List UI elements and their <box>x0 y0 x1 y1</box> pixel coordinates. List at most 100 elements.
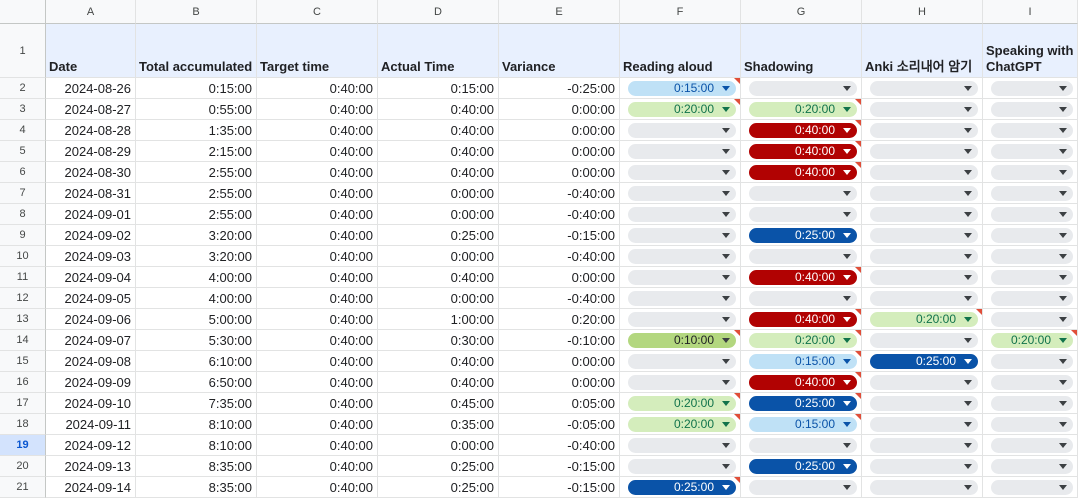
variance-cell[interactable]: -0:40:00 <box>499 288 620 309</box>
target-time-cell[interactable]: 0:40:00 <box>257 99 378 120</box>
total-accumulated-cell[interactable]: 7:35:00 <box>136 393 257 414</box>
header-cell-variance[interactable]: Variance <box>499 24 620 78</box>
variance-cell[interactable]: -0:40:00 <box>499 204 620 225</box>
dropdown-arrow-icon[interactable] <box>964 421 972 427</box>
target-time-cell[interactable]: 0:40:00 <box>257 435 378 456</box>
variance-cell[interactable]: -0:25:00 <box>499 78 620 99</box>
dropdown-arrow-icon[interactable] <box>964 253 972 259</box>
date-cell[interactable]: 2024-09-06 <box>46 309 136 330</box>
row-header[interactable]: 6 <box>0 162 46 183</box>
anki-cell[interactable] <box>862 141 983 162</box>
column-header-e[interactable]: E <box>499 0 620 24</box>
speaking-chatgpt-cell[interactable] <box>983 120 1078 141</box>
shadowing-cell[interactable]: 0:40:00 <box>741 267 862 288</box>
total-accumulated-cell[interactable]: 8:10:00 <box>136 435 257 456</box>
reading-aloud-dropdown-chip[interactable] <box>628 437 736 453</box>
reading-aloud-cell[interactable] <box>620 246 741 267</box>
dropdown-arrow-icon[interactable] <box>843 316 851 322</box>
dropdown-arrow-icon[interactable] <box>1059 85 1067 91</box>
speaking-chatgpt-cell[interactable] <box>983 309 1078 330</box>
total-accumulated-cell[interactable]: 5:00:00 <box>136 309 257 330</box>
dropdown-arrow-icon[interactable] <box>843 274 851 280</box>
speaking-chatgpt-dropdown-chip[interactable] <box>991 395 1073 411</box>
row-header[interactable]: 7 <box>0 183 46 204</box>
dropdown-arrow-icon[interactable] <box>843 253 851 259</box>
row-header[interactable]: 13 <box>0 309 46 330</box>
dropdown-arrow-icon[interactable] <box>722 358 730 364</box>
reading-aloud-dropdown-chip[interactable] <box>628 122 736 138</box>
actual-time-cell[interactable]: 0:25:00 <box>378 456 499 477</box>
shadowing-dropdown-chip[interactable]: 0:20:00 <box>749 332 857 348</box>
speaking-chatgpt-dropdown-chip[interactable] <box>991 416 1073 432</box>
speaking-chatgpt-dropdown-chip[interactable] <box>991 311 1073 327</box>
dropdown-arrow-icon[interactable] <box>722 253 730 259</box>
anki-cell[interactable] <box>862 78 983 99</box>
total-accumulated-cell[interactable]: 6:10:00 <box>136 351 257 372</box>
reading-aloud-cell[interactable]: 0:15:00 <box>620 78 741 99</box>
dropdown-arrow-icon[interactable] <box>1059 127 1067 133</box>
dropdown-arrow-icon[interactable] <box>1059 253 1067 259</box>
shadowing-dropdown-chip[interactable]: 0:40:00 <box>749 311 857 327</box>
variance-cell[interactable]: 0:00:00 <box>499 351 620 372</box>
dropdown-arrow-icon[interactable] <box>843 337 851 343</box>
dropdown-arrow-icon[interactable] <box>722 463 730 469</box>
anki-cell[interactable]: 0:20:00 <box>862 309 983 330</box>
reading-aloud-cell[interactable]: 0:25:00 <box>620 477 741 498</box>
reading-aloud-dropdown-chip[interactable] <box>628 164 736 180</box>
variance-cell[interactable]: 0:00:00 <box>499 162 620 183</box>
reading-aloud-cell[interactable] <box>620 372 741 393</box>
shadowing-cell[interactable]: 0:40:00 <box>741 120 862 141</box>
shadowing-dropdown-chip[interactable] <box>749 437 857 453</box>
anki-cell[interactable] <box>862 204 983 225</box>
variance-cell[interactable]: 0:20:00 <box>499 309 620 330</box>
dropdown-arrow-icon[interactable] <box>1059 274 1067 280</box>
shadowing-dropdown-chip[interactable]: 0:25:00 <box>749 458 857 474</box>
total-accumulated-cell[interactable]: 4:00:00 <box>136 288 257 309</box>
target-time-cell[interactable]: 0:40:00 <box>257 162 378 183</box>
row-header[interactable]: 18 <box>0 414 46 435</box>
dropdown-arrow-icon[interactable] <box>843 484 851 490</box>
anki-cell[interactable] <box>862 435 983 456</box>
anki-dropdown-chip[interactable] <box>870 269 978 285</box>
dropdown-arrow-icon[interactable] <box>964 190 972 196</box>
anki-cell[interactable] <box>862 99 983 120</box>
dropdown-arrow-icon[interactable] <box>1059 400 1067 406</box>
anki-dropdown-chip[interactable] <box>870 374 978 390</box>
actual-time-cell[interactable]: 0:25:00 <box>378 477 499 498</box>
reading-aloud-cell[interactable] <box>620 141 741 162</box>
speaking-chatgpt-cell[interactable]: 0:20:00 <box>983 330 1078 351</box>
actual-time-cell[interactable]: 0:00:00 <box>378 288 499 309</box>
dropdown-arrow-icon[interactable] <box>1059 442 1067 448</box>
row-header[interactable]: 9 <box>0 225 46 246</box>
anki-dropdown-chip[interactable] <box>870 143 978 159</box>
reading-aloud-cell[interactable] <box>620 120 741 141</box>
actual-time-cell[interactable]: 0:35:00 <box>378 414 499 435</box>
variance-cell[interactable]: 0:00:00 <box>499 120 620 141</box>
row-header[interactable]: 20 <box>0 456 46 477</box>
dropdown-arrow-icon[interactable] <box>722 337 730 343</box>
dropdown-arrow-icon[interactable] <box>722 421 730 427</box>
variance-cell[interactable]: 0:00:00 <box>499 141 620 162</box>
actual-time-cell[interactable]: 0:40:00 <box>378 351 499 372</box>
row-header[interactable]: 2 <box>0 78 46 99</box>
date-cell[interactable]: 2024-09-14 <box>46 477 136 498</box>
total-accumulated-cell[interactable]: 2:55:00 <box>136 183 257 204</box>
shadowing-cell[interactable]: 0:20:00 <box>741 99 862 120</box>
speaking-chatgpt-dropdown-chip[interactable] <box>991 122 1073 138</box>
actual-time-cell[interactable]: 0:15:00 <box>378 78 499 99</box>
anki-cell[interactable] <box>862 456 983 477</box>
reading-aloud-cell[interactable] <box>620 456 741 477</box>
reading-aloud-cell[interactable] <box>620 225 741 246</box>
shadowing-dropdown-chip[interactable]: 0:20:00 <box>749 101 857 117</box>
actual-time-cell[interactable]: 0:40:00 <box>378 267 499 288</box>
reading-aloud-dropdown-chip[interactable]: 0:20:00 <box>628 395 736 411</box>
shadowing-cell[interactable]: 0:15:00 <box>741 351 862 372</box>
shadowing-cell[interactable]: 0:25:00 <box>741 225 862 246</box>
shadowing-cell[interactable]: 0:25:00 <box>741 456 862 477</box>
dropdown-arrow-icon[interactable] <box>843 127 851 133</box>
target-time-cell[interactable]: 0:40:00 <box>257 267 378 288</box>
row-header[interactable]: 3 <box>0 99 46 120</box>
speaking-chatgpt-dropdown-chip[interactable] <box>991 206 1073 222</box>
anki-dropdown-chip[interactable] <box>870 290 978 306</box>
date-cell[interactable]: 2024-09-01 <box>46 204 136 225</box>
